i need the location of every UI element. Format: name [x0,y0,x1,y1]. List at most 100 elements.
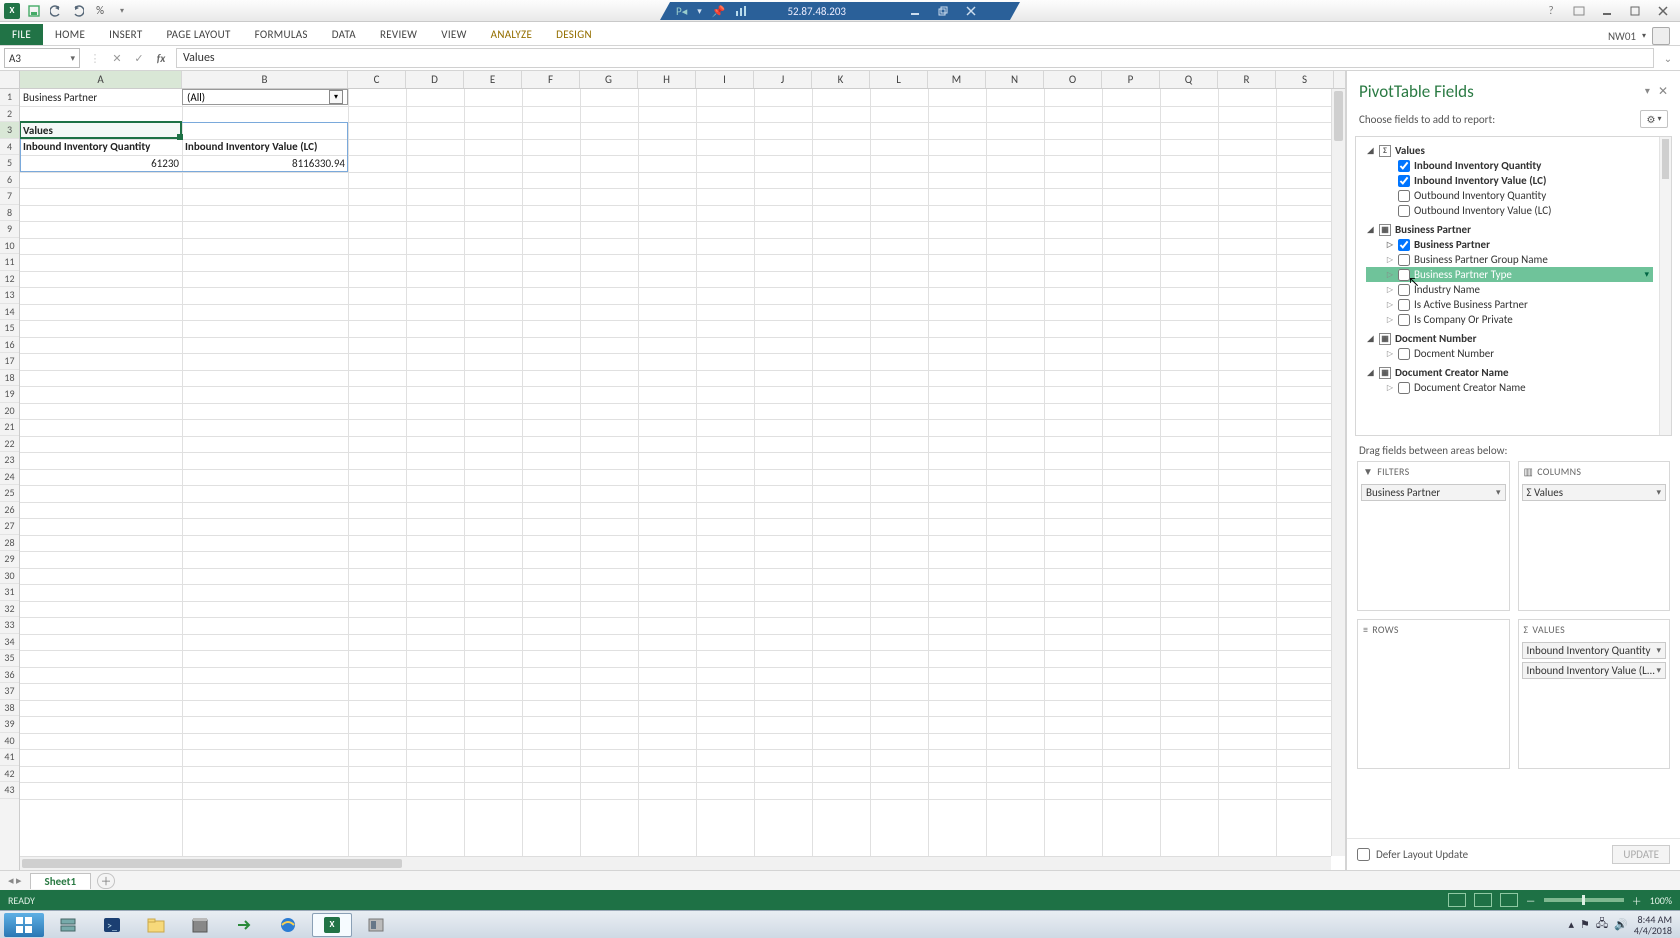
row-header-29[interactable]: 29 [0,551,19,568]
field-is-active-business-partner[interactable]: ▷Is Active Business Partner [1366,297,1653,312]
taskbar-ie-icon[interactable] [268,913,308,937]
worksheet-grid[interactable]: ABCDEFGHIJKLMNOPQRS 12345678910111213141… [0,71,1346,870]
row-header-14[interactable]: 14 [0,304,19,321]
col-header-s[interactable]: S [1276,71,1334,88]
view-page-layout-icon[interactable] [1474,893,1492,907]
ribbon-display-icon[interactable] [1570,4,1588,18]
row-header-26[interactable]: 26 [0,502,19,519]
zoom-level-label[interactable]: 100% [1650,894,1672,907]
update-button[interactable]: UPDATE [1612,845,1670,864]
row-header-5[interactable]: 5 [0,155,19,172]
view-normal-icon[interactable] [1448,893,1466,907]
row-header-19[interactable]: 19 [0,386,19,403]
row-header-28[interactable]: 28 [0,535,19,552]
col-header-q[interactable]: Q [1160,71,1218,88]
col-header-k[interactable]: K [812,71,870,88]
user-account[interactable]: NW01 ▾ [1608,27,1680,45]
start-button[interactable] [4,913,44,937]
field-inbound-inventory-value-lc-[interactable]: Inbound Inventory Value (LC) [1366,173,1653,188]
name-box[interactable]: A3 ▾ [4,48,80,68]
cell-a3[interactable]: Values [20,122,182,139]
inner-close-icon[interactable] [962,4,980,18]
formula-bar-expand-icon[interactable]: ⌄ [1660,52,1676,65]
area-filters[interactable]: ▼FILTERS Business Partner▾ [1357,461,1510,611]
sheet-tab-sheet1[interactable]: Sheet1 [30,873,92,889]
row-header-18[interactable]: 18 [0,370,19,387]
cell-b4[interactable]: Inbound Inventory Value (LC) [182,139,348,156]
tab-file[interactable]: FILE [0,24,43,45]
row-header-32[interactable]: 32 [0,601,19,618]
cell-b5[interactable]: 8116330.94 [182,155,348,172]
field-group-document-creator-name[interactable]: ◢▦Document Creator Name [1366,365,1653,380]
undo-icon[interactable] [48,3,64,19]
row-header-42[interactable]: 42 [0,766,19,783]
area-chip[interactable]: Inbound Inventory Quantity▾ [1522,642,1667,659]
taskbar-app8-icon[interactable] [356,913,396,937]
field-list-scrollbar[interactable] [1659,137,1671,435]
row-header-23[interactable]: 23 [0,452,19,469]
col-header-e[interactable]: E [464,71,522,88]
field-business-partner-type[interactable]: ▷Business Partner Type▾ [1366,267,1653,282]
taskbar-arrow-icon[interactable] [224,913,264,937]
taskbar-excel-icon[interactable]: X [312,913,352,937]
row-header-38[interactable]: 38 [0,700,19,717]
row-header-1[interactable]: 1 [0,89,19,106]
row-headers[interactable]: 1234567891011121314151617181920212223242… [0,89,20,870]
row-header-8[interactable]: 8 [0,205,19,222]
horizontal-scrollbar[interactable] [20,856,1331,870]
field-docment-number[interactable]: ▷Docment Number [1366,346,1653,361]
vertical-scrollbar[interactable] [1331,89,1345,856]
col-header-c[interactable]: C [348,71,406,88]
row-header-15[interactable]: 15 [0,320,19,337]
col-header-n[interactable]: N [986,71,1044,88]
pane-tools-button[interactable]: ⚙▾ [1640,110,1668,128]
col-header-h[interactable]: H [638,71,696,88]
maximize-icon[interactable] [1626,4,1644,18]
title-dropdown-icon[interactable]: ▾ [697,6,702,17]
col-header-d[interactable]: D [406,71,464,88]
row-header-13[interactable]: 13 [0,287,19,304]
col-header-o[interactable]: O [1044,71,1102,88]
col-header-l[interactable]: L [870,71,928,88]
row-header-17[interactable]: 17 [0,353,19,370]
row-header-12[interactable]: 12 [0,271,19,288]
row-header-21[interactable]: 21 [0,419,19,436]
taskbar-powershell-icon[interactable]: >_ [92,913,132,937]
zoom-out-icon[interactable]: － [1526,893,1536,908]
area-columns[interactable]: ▥COLUMNS Σ Values▾ [1518,461,1671,611]
row-header-11[interactable]: 11 [0,254,19,271]
area-values[interactable]: ΣVALUES Inbound Inventory Quantity▾Inbou… [1518,619,1671,769]
percent-icon[interactable]: % [92,3,108,19]
col-header-r[interactable]: R [1218,71,1276,88]
row-header-16[interactable]: 16 [0,337,19,354]
row-header-40[interactable]: 40 [0,733,19,750]
col-header-m[interactable]: M [928,71,986,88]
row-header-6[interactable]: 6 [0,172,19,189]
tab-view[interactable]: VIEW [429,24,478,45]
view-page-break-icon[interactable] [1500,893,1518,907]
row-header-33[interactable]: 33 [0,617,19,634]
tab-data[interactable]: DATA [320,24,368,45]
taskbar-server-manager-icon[interactable] [48,913,88,937]
filter-cell-b1[interactable]: (All) ▾ [182,89,348,105]
zoom-in-icon[interactable]: ＋ [1632,893,1642,908]
area-chip[interactable]: Business Partner▾ [1361,484,1506,501]
filter-dropdown-icon[interactable]: ▾ [329,90,343,104]
tab-home[interactable]: HOME [43,24,97,45]
name-box-dropdown-icon[interactable]: ▾ [70,53,75,64]
col-header-j[interactable]: J [754,71,812,88]
qat-dropdown-icon[interactable]: ▾ [114,3,130,19]
col-header-i[interactable]: I [696,71,754,88]
cell-area[interactable]: Business Partner (All) ▾ Values Inbound … [20,89,1331,856]
save-icon[interactable] [26,3,42,19]
col-header-a[interactable]: A [20,71,182,88]
field-document-creator-name[interactable]: ▷Document Creator Name [1366,380,1653,395]
add-sheet-button[interactable]: ＋ [97,873,115,889]
tab-formulas[interactable]: FORMULAS [243,24,320,45]
field-group-docment-number[interactable]: ◢▦Docment Number [1366,331,1653,346]
cell-a4[interactable]: Inbound Inventory Quantity [20,139,182,156]
col-header-g[interactable]: G [580,71,638,88]
row-header-24[interactable]: 24 [0,469,19,486]
close-icon[interactable] [1654,4,1672,18]
formula-bar[interactable]: Values [176,48,1654,68]
